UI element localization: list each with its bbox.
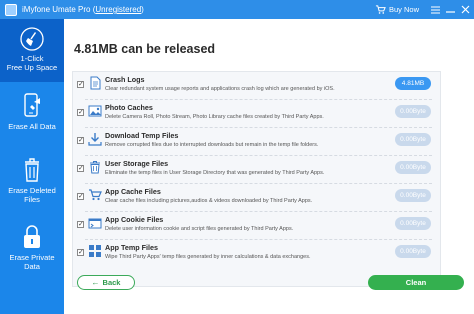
size-badge: 4.81MB xyxy=(395,77,431,90)
sidebar-item-label: Data xyxy=(24,262,40,271)
cart-icon[interactable] xyxy=(375,4,386,15)
trash-icon xyxy=(90,161,100,174)
item-description: Clear redundant system usage reports and… xyxy=(105,86,335,92)
back-button-label: Back xyxy=(102,278,121,287)
close-icon[interactable] xyxy=(459,0,472,19)
item-description: Clear cache files including pictures,aud… xyxy=(105,198,313,204)
back-button[interactable]: ← Back xyxy=(77,275,135,290)
item-title: App Cache Files xyxy=(105,187,161,196)
item-description: Wipe Third Party Apps' temp files genera… xyxy=(105,254,311,260)
list-item[interactable]: ✓ App Temp Files Wipe Third Party Apps' … xyxy=(73,240,440,268)
list-item[interactable]: ✓ App Cookie Files Delete user informati… xyxy=(73,212,440,240)
sidebar-item-erase-private-data[interactable]: Erase Private Data xyxy=(0,216,64,284)
title-bar: iMyfone Umate Pro (Unregistered) Buy Now xyxy=(0,0,474,19)
list-item[interactable]: ✓ User Storage Files Eliminate the temp … xyxy=(73,156,440,184)
size-badge: 0.00Byte xyxy=(395,189,431,202)
row-checkbox[interactable]: ✓ xyxy=(77,109,84,116)
download-icon xyxy=(88,133,102,146)
minimize-icon[interactable] xyxy=(444,0,457,19)
sidebar-item-label: Erase Deleted xyxy=(8,186,56,195)
arrow-left-icon: ← xyxy=(91,278,100,287)
window-title: iMyfone Umate Pro (Unregistered) xyxy=(22,5,144,14)
size-badge: 0.00Byte xyxy=(395,217,431,230)
list-item[interactable]: ✓ Crash Logs Clear redundant system usag… xyxy=(73,72,440,100)
item-title: Photo Caches xyxy=(105,103,153,112)
item-title: App Cookie Files xyxy=(105,215,164,224)
list-item[interactable]: ✓ App Cache Files Clear cache files incl… xyxy=(73,184,440,212)
item-title: Crash Logs xyxy=(105,75,145,84)
item-title: User Storage Files xyxy=(105,159,169,168)
row-checkbox[interactable]: ✓ xyxy=(77,81,84,88)
item-title: App Temp Files xyxy=(105,243,158,252)
buy-now-link[interactable]: Buy Now xyxy=(389,5,419,14)
item-description: Delete Camera Roll, Photo Stream, Photo … xyxy=(105,114,324,120)
item-description: Eliminate the temp files in User Storage… xyxy=(105,170,325,176)
apps-icon xyxy=(89,245,101,257)
item-description: Delete user information cookie and scrip… xyxy=(105,226,294,232)
main-content: 4.81MB can be released ✓ Crash Logs Clea… xyxy=(64,19,474,314)
app-logo-icon xyxy=(5,3,17,16)
row-checkbox[interactable]: ✓ xyxy=(77,137,84,144)
item-description: Remove corrupted files due to interrupte… xyxy=(105,142,319,148)
clean-button-label: Clean xyxy=(405,278,427,287)
sidebar-item-erase-deleted-files[interactable]: Erase Deleted Files xyxy=(0,149,64,214)
size-badge: 0.00Byte xyxy=(395,133,431,146)
menu-icon[interactable] xyxy=(429,0,442,19)
list-item[interactable]: ✓ Photo Caches Delete Camera Roll, Photo… xyxy=(73,100,440,128)
size-badge: 0.00Byte xyxy=(395,245,431,258)
registration-status-link[interactable]: Unregistered xyxy=(95,5,141,14)
list-item[interactable]: ✓ Download Temp Files Remove corrupted f… xyxy=(73,128,440,156)
cart-icon xyxy=(89,189,102,201)
row-checkbox[interactable]: ✓ xyxy=(77,165,84,172)
clean-button[interactable]: Clean xyxy=(368,275,464,290)
sidebar-item-label: Erase Private xyxy=(9,253,55,262)
broom-icon xyxy=(20,27,44,51)
document-icon xyxy=(90,76,101,90)
image-icon xyxy=(88,105,102,117)
phone-erase-icon xyxy=(24,93,40,117)
trash-icon xyxy=(25,158,39,182)
sidebar: 1-Click Free Up Space Erase All Data Era… xyxy=(0,19,64,314)
sidebar-item-label: Free Up Space xyxy=(6,63,58,72)
size-badge: 0.00Byte xyxy=(395,105,431,118)
lock-icon xyxy=(24,225,40,248)
cookie-icon xyxy=(88,218,102,229)
row-checkbox[interactable]: ✓ xyxy=(77,249,84,256)
sidebar-item-free-up-space[interactable]: 1-Click Free Up Space xyxy=(0,19,64,82)
sidebar-item-label: Files xyxy=(24,195,40,204)
item-title: Download Temp Files xyxy=(105,131,179,140)
sidebar-item-label: Erase All Data xyxy=(8,122,56,131)
row-checkbox[interactable]: ✓ xyxy=(77,193,84,200)
app-name: iMyfone Umate Pro xyxy=(22,5,91,14)
row-checkbox[interactable]: ✓ xyxy=(77,221,84,228)
size-badge: 0.00Byte xyxy=(395,161,431,174)
page-title: 4.81MB can be released xyxy=(74,42,216,56)
sidebar-item-label: 1-Click xyxy=(20,54,44,63)
sidebar-item-erase-all-data[interactable]: Erase All Data xyxy=(0,85,64,143)
cleanup-list: ✓ Crash Logs Clear redundant system usag… xyxy=(72,71,441,287)
